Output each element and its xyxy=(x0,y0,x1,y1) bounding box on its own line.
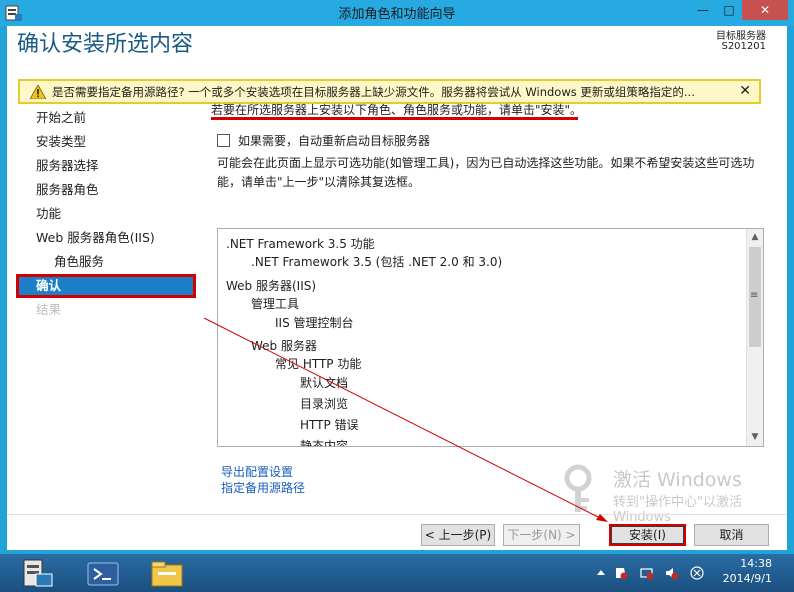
feature-item: IIS 管理控制台 xyxy=(275,316,354,330)
tray-notification-icon[interactable] xyxy=(690,566,704,580)
nav-item-before-you-begin[interactable]: 开始之前 xyxy=(16,106,196,130)
restart-label: 如果需要，自动重新启动目标服务器 xyxy=(238,134,431,148)
next-button: 下一步(N) > xyxy=(503,524,580,546)
feature-item: 管理工具 xyxy=(251,297,300,311)
export-config-link[interactable]: 导出配置设置 xyxy=(221,463,293,480)
nav-item-role-services[interactable]: 角色服务 xyxy=(16,250,196,274)
scroll-grip-icon: ≡ xyxy=(750,290,759,301)
install-button[interactable]: 安装(I) xyxy=(609,524,686,546)
restart-checkbox[interactable] xyxy=(217,134,230,147)
clock-date: 2014/9/1 xyxy=(722,572,772,585)
nav-item-features[interactable]: 功能 xyxy=(16,202,196,226)
cancel-button[interactable]: 取消 xyxy=(694,524,769,546)
activation-watermark-title: 激活 Windows xyxy=(613,469,742,491)
window-title: 添加角色和功能向导 xyxy=(338,7,456,22)
scroll-up-icon[interactable]: ▲ xyxy=(747,229,763,246)
optional-features-info: 可能会在此页面上显示可选功能(如管理工具)，因为已自动选择这些功能。如果不希望安… xyxy=(217,156,755,189)
nav-item-installation-type[interactable]: 安装类型 xyxy=(16,130,196,154)
clock-time: 14:38 xyxy=(740,557,772,570)
activation-watermark-subtitle: 转到"操作中心"以激活 Windows xyxy=(613,495,742,525)
dest-server-name: S201201 xyxy=(721,41,766,52)
nav-item-server-selection[interactable]: 服务器选择 xyxy=(16,154,196,178)
minimize-button[interactable]: — xyxy=(690,0,716,20)
feature-item: HTTP 错误 xyxy=(300,418,359,432)
alt-source-link[interactable]: 指定备用源路径 xyxy=(221,479,305,496)
wizard-nav: 开始之前 安装类型 服务器选择 服务器角色 功能 Web 服务器角色(IIS) … xyxy=(16,106,196,322)
instruction-highlight-underline xyxy=(211,117,578,120)
features-list[interactable]: .NET Framework 3.5 功能 .NET Framework 3.5… xyxy=(217,228,764,447)
feature-item: 目录浏览 xyxy=(300,397,349,411)
dest-server-label: 目标服务器 xyxy=(716,31,766,42)
activation-key-icon xyxy=(564,464,592,512)
tray-action-center-icon[interactable] xyxy=(614,566,628,580)
feature-item: .NET Framework 3.5 (包括 .NET 2.0 和 3.0) xyxy=(251,255,503,269)
page-title: 确认安装所选内容 xyxy=(17,32,194,57)
feature-item: 常见 HTTP 功能 xyxy=(275,357,362,371)
instruction-text: 若要在所选服务器上安装以下角色、角色服务或功能，请单击"安装"。 xyxy=(211,103,583,117)
tray-network-icon[interactable] xyxy=(640,566,654,580)
tray-show-hidden-icon[interactable] xyxy=(594,566,608,580)
feature-item: 默认文档 xyxy=(300,376,349,390)
previous-button[interactable]: < 上一步(P) xyxy=(421,524,495,546)
nav-item-results: 结果 xyxy=(36,302,62,317)
nav-item-web-server-role[interactable]: Web 服务器角色(IIS) xyxy=(16,226,196,250)
nav-item-server-roles[interactable]: 服务器角色 xyxy=(16,178,196,202)
file-explorer-icon[interactable] xyxy=(146,558,186,590)
warning-icon xyxy=(30,84,46,99)
title-bar[interactable]: 添加角色和功能向导 — □ ✕ xyxy=(0,0,794,26)
nav-item-confirmation[interactable]: 确认 xyxy=(16,274,196,298)
feature-item: .NET Framework 3.5 功能 xyxy=(226,237,375,251)
tray-clock[interactable]: 14:38 2014/9/1 xyxy=(723,556,772,586)
scroll-down-icon[interactable]: ▼ xyxy=(747,429,763,446)
feature-item: Web 服务器 xyxy=(251,339,317,353)
warning-close-icon[interactable]: ✕ xyxy=(739,83,751,99)
features-scrollbar[interactable]: ▲ ≡ ▼ xyxy=(746,229,763,446)
tray-volume-icon[interactable] xyxy=(665,566,679,580)
warning-text: 是否需要指定备用源路径? 一个或多个安装选项在目标服务器上缺少源文件。服务器将尝… xyxy=(52,84,695,99)
restart-option[interactable]: 如果需要，自动重新启动目标服务器 xyxy=(217,132,430,149)
maximize-button[interactable]: □ xyxy=(716,0,742,20)
powershell-icon[interactable] xyxy=(82,558,122,590)
feature-item: Web 服务器(IIS) xyxy=(226,279,317,293)
server-manager-taskbar-icon[interactable] xyxy=(18,558,58,590)
footer-divider xyxy=(7,514,787,515)
close-button[interactable]: ✕ xyxy=(742,0,788,20)
feature-item: 静态内容 xyxy=(300,439,349,447)
